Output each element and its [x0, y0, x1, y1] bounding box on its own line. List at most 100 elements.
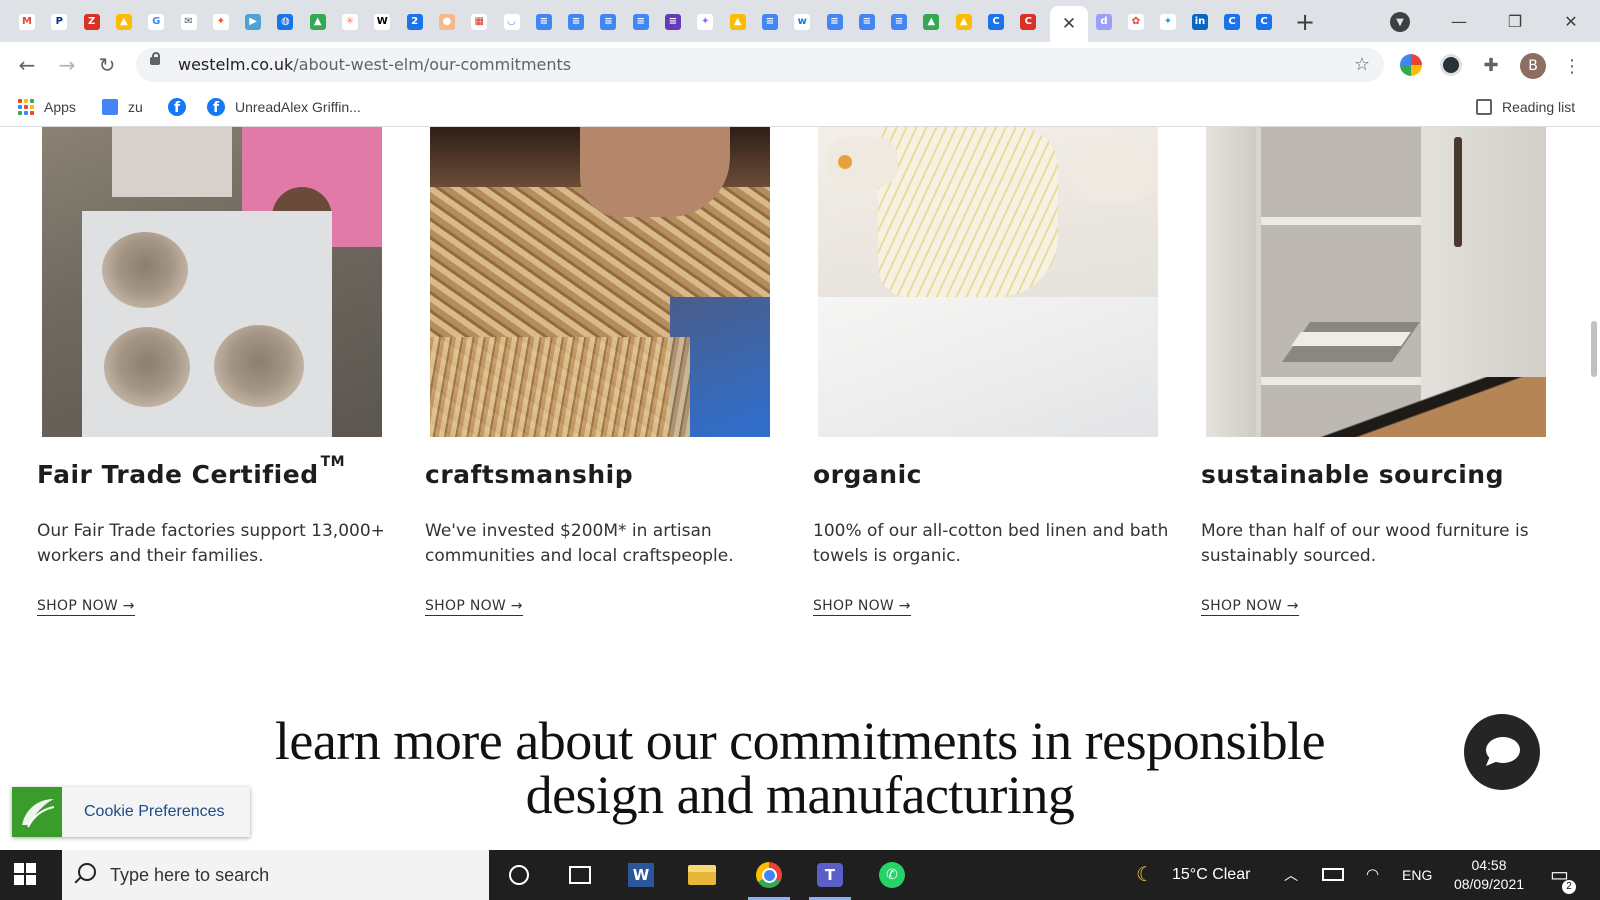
facebook-icon: f [168, 98, 186, 116]
tab-close-icon[interactable]: ✕ [1062, 14, 1076, 34]
minimize-button[interactable]: — [1436, 6, 1482, 36]
bookmark-unread[interactable]: f UnreadAlex Griffin... [207, 88, 361, 126]
profile-avatar[interactable]: B [1520, 53, 1546, 79]
chat-button[interactable] [1464, 714, 1540, 790]
browser-tab[interactable]: G [141, 8, 171, 36]
browser-tab[interactable]: ▲ [949, 8, 979, 36]
browser-tab[interactable]: 2 [400, 8, 430, 36]
battery-icon[interactable] [1322, 850, 1344, 900]
browser-tab[interactable]: w [787, 8, 817, 36]
browser-tab[interactable]: ≡ [561, 8, 591, 36]
extension-color-icon[interactable] [1400, 54, 1422, 76]
browser-tab[interactable]: ▲ [916, 8, 946, 36]
forward-button[interactable]: → [53, 51, 81, 79]
file-explorer-icon[interactable] [675, 850, 729, 900]
browser-tab[interactable]: C [1249, 8, 1279, 36]
teams-icon[interactable]: T [803, 850, 857, 900]
browser-tab[interactable]: ✦ [1153, 8, 1183, 36]
shop-now-link[interactable]: SHOP NOW → [425, 598, 523, 616]
url-text[interactable]: westelm.co.uk/about-west-elm/our-commitm… [178, 48, 571, 82]
fair-trade-image[interactable] [42, 127, 382, 437]
browser-tab[interactable]: ▲ [303, 8, 333, 36]
wifi-icon[interactable]: ◠ [1366, 850, 1379, 900]
card-description: 100% of our all-cotton bed linen and bat… [813, 521, 1169, 566]
browser-tab[interactable]: ✉ [174, 8, 204, 36]
browser-tab[interactable]: ✦ [690, 8, 720, 36]
back-button[interactable]: ← [13, 51, 41, 79]
weather-moon-icon[interactable]: ☾ [1136, 850, 1154, 900]
browser-tab[interactable]: ▲ [723, 8, 753, 36]
sustainable-sourcing-image[interactable] [1206, 127, 1546, 437]
bookmark-zu-label: zu [128, 99, 143, 115]
browser-tab[interactable]: ▲ [109, 8, 139, 36]
browser-tab[interactable]: ≡ [626, 8, 656, 36]
tab-search-icon[interactable]: ▼ [1390, 12, 1410, 32]
bookmark-facebook[interactable]: f [168, 88, 196, 126]
browser-tab[interactable]: ✦ [206, 8, 236, 36]
browser-tab[interactable]: ≡ [884, 8, 914, 36]
shop-now-link[interactable]: SHOP NOW → [37, 598, 135, 616]
browser-tab[interactable]: ≡ [593, 8, 623, 36]
browser-tab[interactable]: C [1217, 8, 1247, 36]
chrome-icon[interactable] [742, 850, 796, 900]
browser-tab[interactable]: C [981, 8, 1011, 36]
extensions-puzzle-icon[interactable]: ✚ [1480, 54, 1502, 76]
browser-tab[interactable]: in [1185, 8, 1215, 36]
language-indicator[interactable]: ENG [1402, 850, 1432, 900]
organic-image[interactable] [818, 127, 1158, 437]
page-scrollbar-thumb[interactable] [1591, 321, 1597, 377]
browser-tab[interactable]: P [44, 8, 74, 36]
browser-tab[interactable]: ◡ [497, 8, 527, 36]
browser-tab[interactable]: M [12, 8, 42, 36]
browser-tab[interactable]: ▦ [464, 8, 494, 36]
bookmark-zu[interactable]: zu [102, 88, 143, 126]
close-window-button[interactable]: ✕ [1548, 6, 1594, 36]
browser-tab[interactable]: ✳ [335, 8, 365, 36]
taskbar-search-box[interactable]: Type here to search [62, 850, 489, 900]
cookie-leaf-icon [12, 787, 62, 837]
card-title: sustainable sourcing [1201, 460, 1505, 489]
play-icon: ▶ [245, 14, 262, 30]
restore-button[interactable]: ❐ [1492, 6, 1538, 36]
browser-tab[interactable]: C [1013, 8, 1043, 36]
shop-now-link[interactable]: SHOP NOW → [1201, 598, 1299, 616]
craftsmanship-image[interactable] [430, 127, 770, 437]
browser-tab[interactable]: ◍ [270, 8, 300, 36]
windows-start-icon[interactable] [14, 863, 36, 885]
cookie-preferences-label: Cookie Preferences [84, 803, 225, 820]
taskbar-clock[interactable]: 04:58 08/09/2021 [1448, 856, 1530, 894]
browser-tab[interactable]: ● [432, 8, 462, 36]
cookie-preferences-button[interactable]: Cookie Preferences [12, 787, 250, 837]
reload-button[interactable]: ↻ [93, 51, 121, 79]
whatsapp-icon[interactable]: ✆ [865, 850, 919, 900]
google-docs-icon: ≡ [858, 14, 875, 30]
browser-menu-icon[interactable]: ⋮ [1563, 53, 1581, 79]
browser-tab[interactable]: W [367, 8, 397, 36]
browser-tab[interactable]: ≡ [658, 8, 688, 36]
address-bar[interactable]: westelm.co.uk/about-west-elm/our-commitm… [136, 48, 1384, 82]
cortana-icon[interactable] [492, 850, 546, 900]
browser-tab[interactable]: ≡ [755, 8, 785, 36]
browser-tab[interactable]: ≡ [820, 8, 850, 36]
twitter-icon: ✦ [1160, 14, 1176, 30]
shop-now-link[interactable]: SHOP NOW → [813, 598, 911, 616]
word-icon[interactable]: W [614, 850, 668, 900]
weather-text[interactable]: 15°C Clear [1172, 850, 1250, 900]
active-tab[interactable]: ✕ [1050, 6, 1088, 42]
new-tab-button[interactable]: + [1291, 8, 1319, 36]
reading-list-button[interactable]: Reading list [1476, 88, 1575, 126]
bookmark-apps[interactable]: Apps [18, 88, 76, 126]
browser-tab[interactable]: ≡ [852, 8, 882, 36]
google-docs-icon [102, 99, 118, 115]
task-view-icon[interactable] [553, 850, 607, 900]
lock-icon[interactable] [150, 52, 160, 65]
browser-tab[interactable]: d [1089, 8, 1119, 36]
browser-tab[interactable]: ≡ [529, 8, 559, 36]
bookmark-star-icon[interactable]: ☆ [1354, 48, 1370, 82]
browser-tab[interactable]: Z [77, 8, 107, 36]
d-icon: d [1096, 14, 1112, 30]
tray-chevron-icon[interactable]: ︿ [1284, 850, 1298, 900]
extension-dark-icon[interactable] [1440, 54, 1462, 76]
browser-tab[interactable]: ✿ [1121, 8, 1151, 36]
browser-tab[interactable]: ▶ [238, 8, 268, 36]
